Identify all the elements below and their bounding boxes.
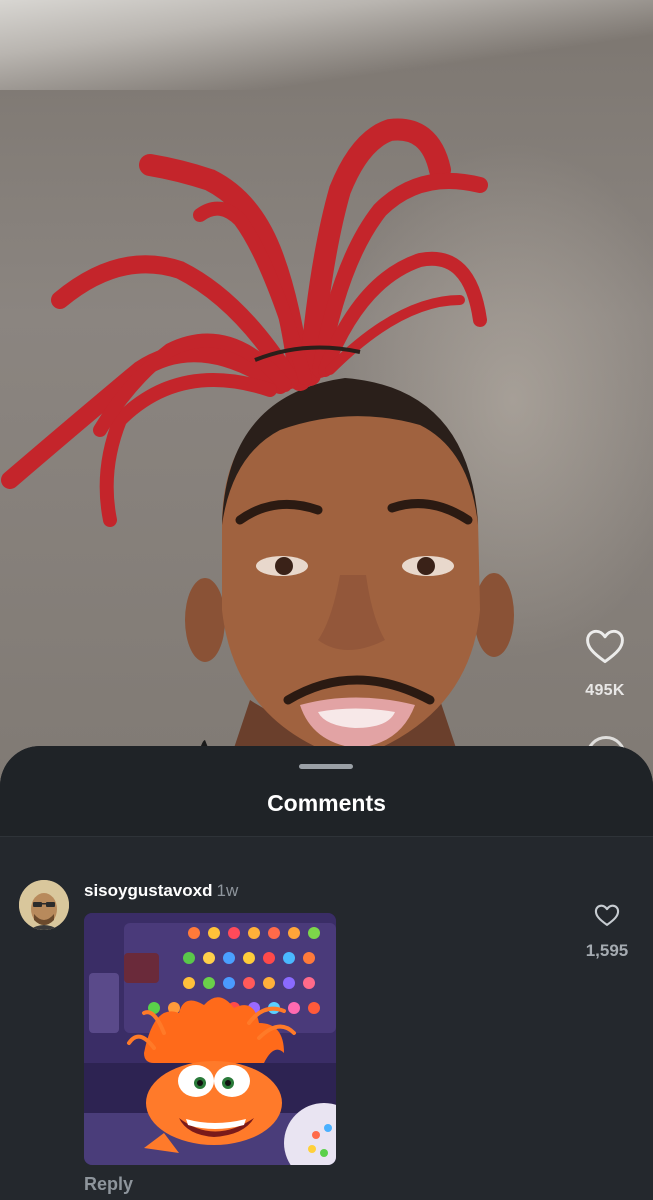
video-player[interactable]: 495K <box>0 0 653 790</box>
video-frame-illustration <box>1 118 514 790</box>
sheet-title: Comments <box>267 790 386 816</box>
comment-meta: sisoygustavoxd 1w <box>84 881 238 901</box>
avatar-image <box>19 880 69 930</box>
comment-like-count: 1,595 <box>585 941 629 960</box>
comment-timestamp: 1w <box>216 881 239 900</box>
reply-button[interactable]: Reply <box>84 1174 133 1195</box>
comments-sheet-header[interactable]: Comments <box>0 746 653 837</box>
comment-item: sisoygustavoxd 1w 1,595 Reply <box>0 837 653 1200</box>
heart-outline-icon[interactable] <box>583 624 627 668</box>
heart-outline-icon[interactable] <box>593 901 621 929</box>
comment-username[interactable]: sisoygustavoxd <box>84 881 213 900</box>
drag-handle[interactable] <box>299 764 353 769</box>
gif-illustration <box>84 913 336 1165</box>
comment-like-control[interactable]: 1,595 <box>572 901 642 961</box>
comments-sheet: Comments sisoygustavoxd 1w 1,595 Reply <box>0 746 653 1200</box>
video-like-control[interactable]: 495K <box>578 624 632 700</box>
avatar[interactable] <box>19 880 69 930</box>
video-like-count: 495K <box>585 682 625 699</box>
comment-gif[interactable] <box>84 913 336 1165</box>
